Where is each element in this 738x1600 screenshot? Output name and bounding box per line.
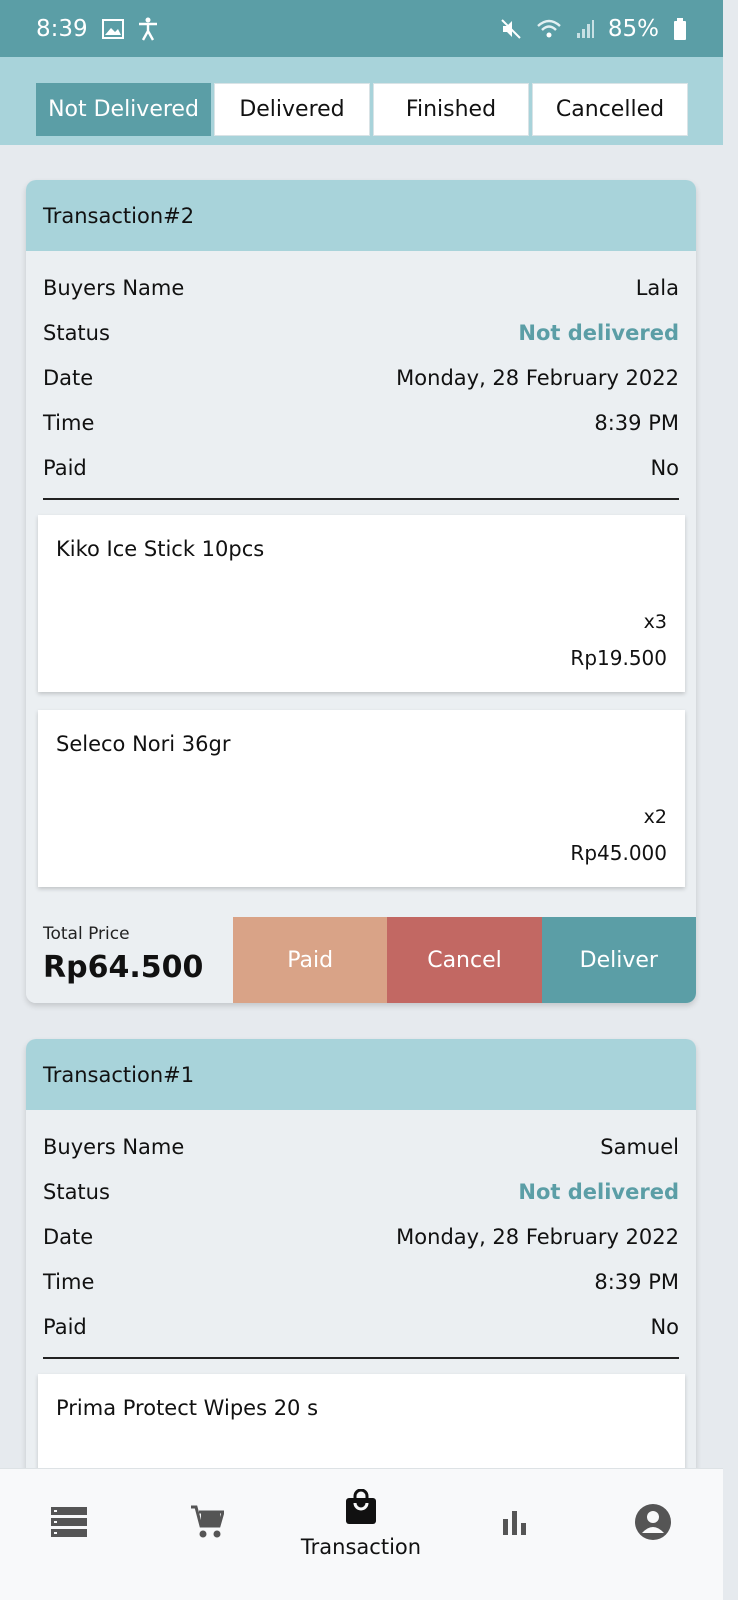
- tab-cancelled[interactable]: Cancelled: [532, 83, 688, 136]
- accessibility-icon: [138, 17, 158, 41]
- paid-label: Paid: [43, 1314, 87, 1339]
- transaction-card: Transaction#2 Buyers Name Lala Status No…: [26, 180, 696, 1003]
- item-name: Seleco Nori 36gr: [56, 732, 231, 756]
- info-row-time: Time 8:39 PM: [26, 400, 696, 445]
- tab-not-delivered[interactable]: Not Delivered: [36, 83, 211, 136]
- deliver-button[interactable]: Deliver: [541, 917, 696, 1003]
- date-label: Date: [43, 1224, 94, 1249]
- tab-bar: Not Delivered Delivered Finished Cancell…: [0, 57, 723, 145]
- mute-icon: [500, 18, 522, 40]
- info-row-buyer: Buyers Name Lala: [26, 265, 696, 310]
- total-box: Total Price Rp64.500: [26, 917, 233, 1003]
- info-row-date: Date Monday, 28 February 2022: [26, 1214, 696, 1259]
- item-name: Kiko Ice Stick 10pcs: [56, 537, 265, 561]
- info-row-paid: Paid No: [26, 1304, 696, 1349]
- cancel-button[interactable]: Cancel: [387, 917, 542, 1003]
- list-item[interactable]: Kiko Ice Stick 10pcs x3 Rp19.500: [38, 515, 685, 692]
- total-label: Total Price: [43, 924, 130, 944]
- time-value: 8:39 PM: [594, 1269, 679, 1294]
- tab-delivered[interactable]: Delivered: [214, 83, 370, 136]
- transaction-title: Transaction#2: [26, 180, 696, 251]
- nav-item-transaction[interactable]: Transaction: [289, 1469, 433, 1579]
- date-label: Date: [43, 365, 94, 390]
- date-value: Monday, 28 February 2022: [396, 365, 679, 390]
- nav-label-transaction: Transaction: [300, 1535, 422, 1559]
- battery-percent: 85%: [607, 15, 659, 42]
- status-label: Status: [43, 320, 110, 345]
- item-price: Rp45.000: [570, 841, 667, 865]
- status-bar-right: 85%: [500, 16, 687, 42]
- list-item[interactable]: Prima Protect Wipes 20 s: [38, 1374, 685, 1479]
- transaction-info: Buyers Name Samuel Status Not delivered …: [26, 1110, 696, 1359]
- info-row-status: Status Not delivered: [26, 310, 696, 355]
- list-icon: [51, 1507, 87, 1541]
- nav-item-statistics[interactable]: [443, 1469, 587, 1579]
- buyer-label: Buyers Name: [43, 1134, 185, 1159]
- item-price: Rp19.500: [570, 646, 667, 670]
- paid-value: No: [650, 455, 679, 480]
- shopping-bag-icon: [344, 1488, 378, 1529]
- status-time: 8:39: [36, 15, 88, 42]
- bar-chart-icon: [501, 1509, 529, 1539]
- total-value: Rp64.500: [43, 950, 204, 985]
- nav-item-cart[interactable]: [135, 1469, 279, 1579]
- list-item[interactable]: Seleco Nori 36gr x2 Rp45.000: [38, 710, 685, 887]
- info-row-date: Date Monday, 28 February 2022: [26, 355, 696, 400]
- transaction-card: Transaction#1 Buyers Name Samuel Status …: [26, 1039, 696, 1479]
- time-label: Time: [43, 1269, 95, 1294]
- item-quantity: x2: [643, 806, 667, 828]
- time-value: 8:39 PM: [594, 410, 679, 435]
- time-label: Time: [43, 410, 95, 435]
- buyer-label: Buyers Name: [43, 275, 185, 300]
- paid-button[interactable]: Paid: [233, 917, 388, 1003]
- paid-value: No: [650, 1314, 679, 1339]
- image-icon: [101, 18, 124, 39]
- cart-icon: [190, 1504, 225, 1544]
- nav-item-account[interactable]: [581, 1469, 725, 1579]
- divider: [43, 498, 679, 500]
- nav-item-list[interactable]: [0, 1469, 141, 1579]
- transaction-info: Buyers Name Lala Status Not delivered Da…: [26, 251, 696, 500]
- tab-finished[interactable]: Finished: [373, 83, 529, 136]
- item-quantity: x3: [643, 611, 667, 633]
- status-value: Not delivered: [518, 1179, 679, 1204]
- info-row-paid: Paid No: [26, 445, 696, 490]
- transaction-title: Transaction#1: [26, 1039, 696, 1110]
- account-icon: [634, 1503, 672, 1545]
- paid-label: Paid: [43, 455, 87, 480]
- info-row-buyer: Buyers Name Samuel: [26, 1124, 696, 1169]
- info-row-time: Time 8:39 PM: [26, 1259, 696, 1304]
- status-label: Status: [43, 1179, 110, 1204]
- buyer-value: Lala: [635, 275, 679, 300]
- wifi-icon: [536, 19, 562, 39]
- battery-icon: [673, 17, 687, 40]
- item-name: Prima Protect Wipes 20 s: [56, 1396, 319, 1420]
- status-bar-left: 8:39: [36, 16, 158, 42]
- status-bar: 8:39 85%: [0, 0, 723, 57]
- divider: [43, 1357, 679, 1359]
- buyer-value: Samuel: [600, 1134, 679, 1159]
- date-value: Monday, 28 February 2022: [396, 1224, 679, 1249]
- signal-icon: [576, 19, 594, 39]
- bottom-nav: Transaction: [0, 1468, 723, 1600]
- transaction-footer: Total Price Rp64.500 Paid Cancel Deliver: [26, 917, 696, 1003]
- status-value: Not delivered: [518, 320, 679, 345]
- info-row-status: Status Not delivered: [26, 1169, 696, 1214]
